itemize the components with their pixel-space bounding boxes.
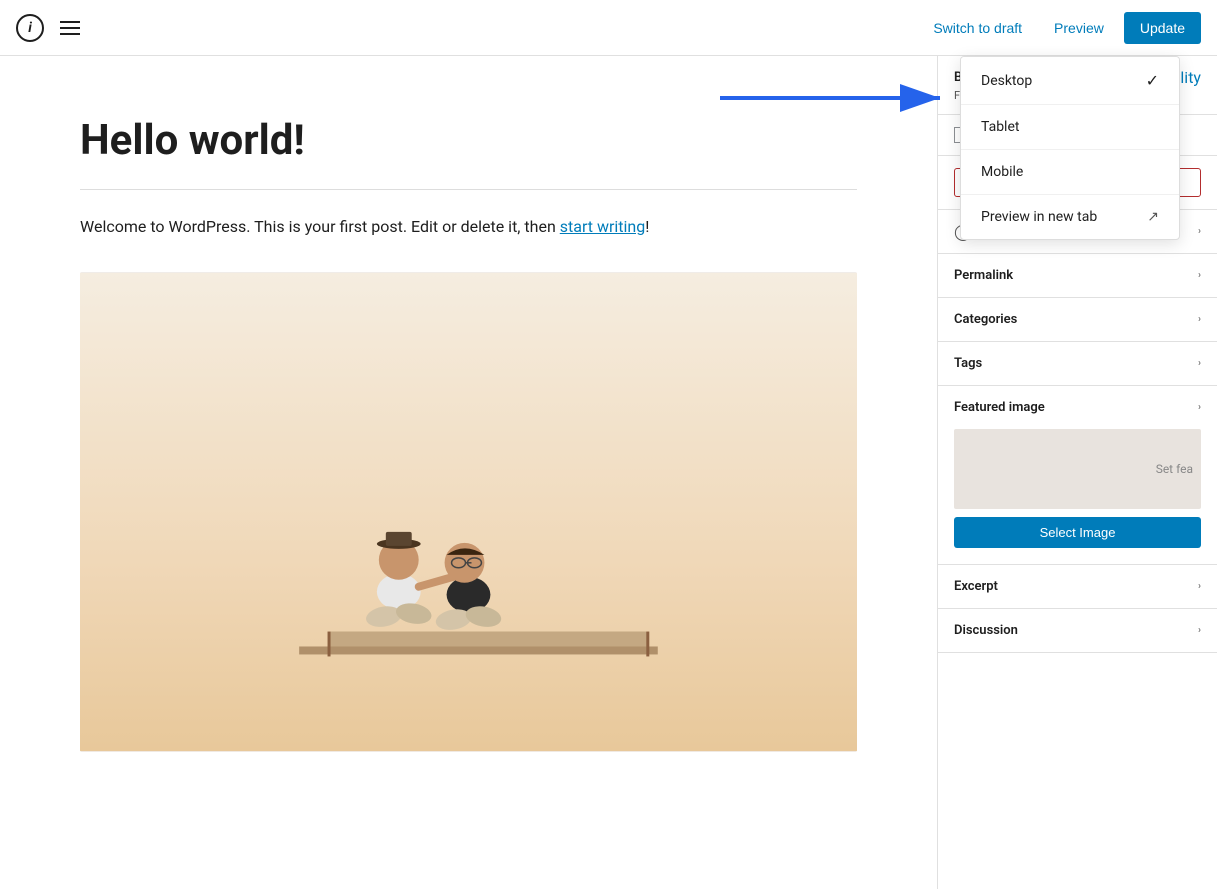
discussion-header[interactable]: Discussion › — [938, 609, 1217, 652]
dropdown-item-desktop[interactable]: Desktop ✓ — [961, 57, 1179, 105]
external-link-icon: ↗ — [1147, 209, 1159, 225]
preview-dropdown-menu: Desktop ✓ Tablet Mobile Preview in new t… — [960, 56, 1180, 240]
tags-section: Tags › — [938, 342, 1217, 386]
topbar-left: i — [16, 14, 80, 42]
dropdown-mobile-label: Mobile — [981, 164, 1023, 180]
dropdown-preview-tab-label: Preview in new tab — [981, 209, 1097, 225]
post-content-text: Welcome to WordPress. This is your first… — [80, 217, 560, 236]
post-image-svg — [80, 272, 857, 752]
featured-image-chevron-icon: › — [1198, 402, 1201, 413]
select-image-button[interactable]: Select Image — [954, 517, 1201, 548]
hamburger-menu-icon[interactable] — [60, 21, 80, 35]
dropdown-desktop-label: Desktop — [981, 73, 1032, 89]
categories-header[interactable]: Categories › — [938, 298, 1217, 341]
editor-area: Hello world! Welcome to WordPress. This … — [0, 56, 937, 889]
topbar: i Switch to draft Preview Update — [0, 0, 1217, 56]
permalink-section: Permalink › — [938, 254, 1217, 298]
featured-image-thumb: Set fea — [954, 429, 1201, 509]
update-button[interactable]: Update — [1124, 12, 1201, 44]
dropdown-item-mobile[interactable]: Mobile — [961, 150, 1179, 195]
dropdown-item-preview-tab[interactable]: Preview in new tab ↗ — [961, 195, 1179, 239]
excerpt-header[interactable]: Excerpt › — [938, 565, 1217, 608]
featured-image-thumb-text: Set fea — [1156, 462, 1193, 476]
discussion-section: Discussion › — [938, 609, 1217, 653]
post-content-suffix: ! — [645, 217, 649, 236]
excerpt-chevron-icon: › — [1198, 581, 1201, 592]
permalink-header[interactable]: Permalink › — [938, 254, 1217, 297]
featured-image-title: Featured image — [954, 400, 1045, 415]
featured-image-header[interactable]: Featured image › — [938, 386, 1217, 429]
excerpt-title: Excerpt — [954, 579, 998, 594]
post-content-link[interactable]: start writing — [560, 217, 646, 236]
discussion-title: Discussion — [954, 623, 1018, 638]
info-icon[interactable]: i — [16, 14, 44, 42]
categories-title: Categories — [954, 312, 1017, 327]
revisions-chevron-icon: › — [1198, 226, 1201, 237]
featured-image-section: Featured image › Set fea Select Image — [938, 386, 1217, 565]
discussion-chevron-icon: › — [1198, 625, 1201, 636]
permalink-title: Permalink — [954, 268, 1013, 283]
post-image-block[interactable] — [80, 272, 857, 752]
post-divider — [80, 189, 857, 190]
switch-to-draft-button[interactable]: Switch to draft — [921, 14, 1034, 42]
post-content[interactable]: Welcome to WordPress. This is your first… — [80, 214, 857, 240]
dropdown-item-tablet[interactable]: Tablet — [961, 105, 1179, 150]
post-title[interactable]: Hello world! — [80, 116, 857, 165]
categories-chevron-icon: › — [1198, 314, 1201, 325]
permalink-chevron-icon: › — [1198, 270, 1201, 281]
tags-chevron-icon: › — [1198, 358, 1201, 369]
excerpt-section: Excerpt › — [938, 565, 1217, 609]
checkmark-icon: ✓ — [1146, 71, 1159, 90]
categories-section: Categories › — [938, 298, 1217, 342]
topbar-right: Switch to draft Preview Update — [921, 12, 1201, 44]
preview-button[interactable]: Preview — [1042, 14, 1116, 42]
tags-title: Tags — [954, 356, 982, 371]
dropdown-tablet-label: Tablet — [981, 119, 1019, 135]
tags-header[interactable]: Tags › — [938, 342, 1217, 385]
